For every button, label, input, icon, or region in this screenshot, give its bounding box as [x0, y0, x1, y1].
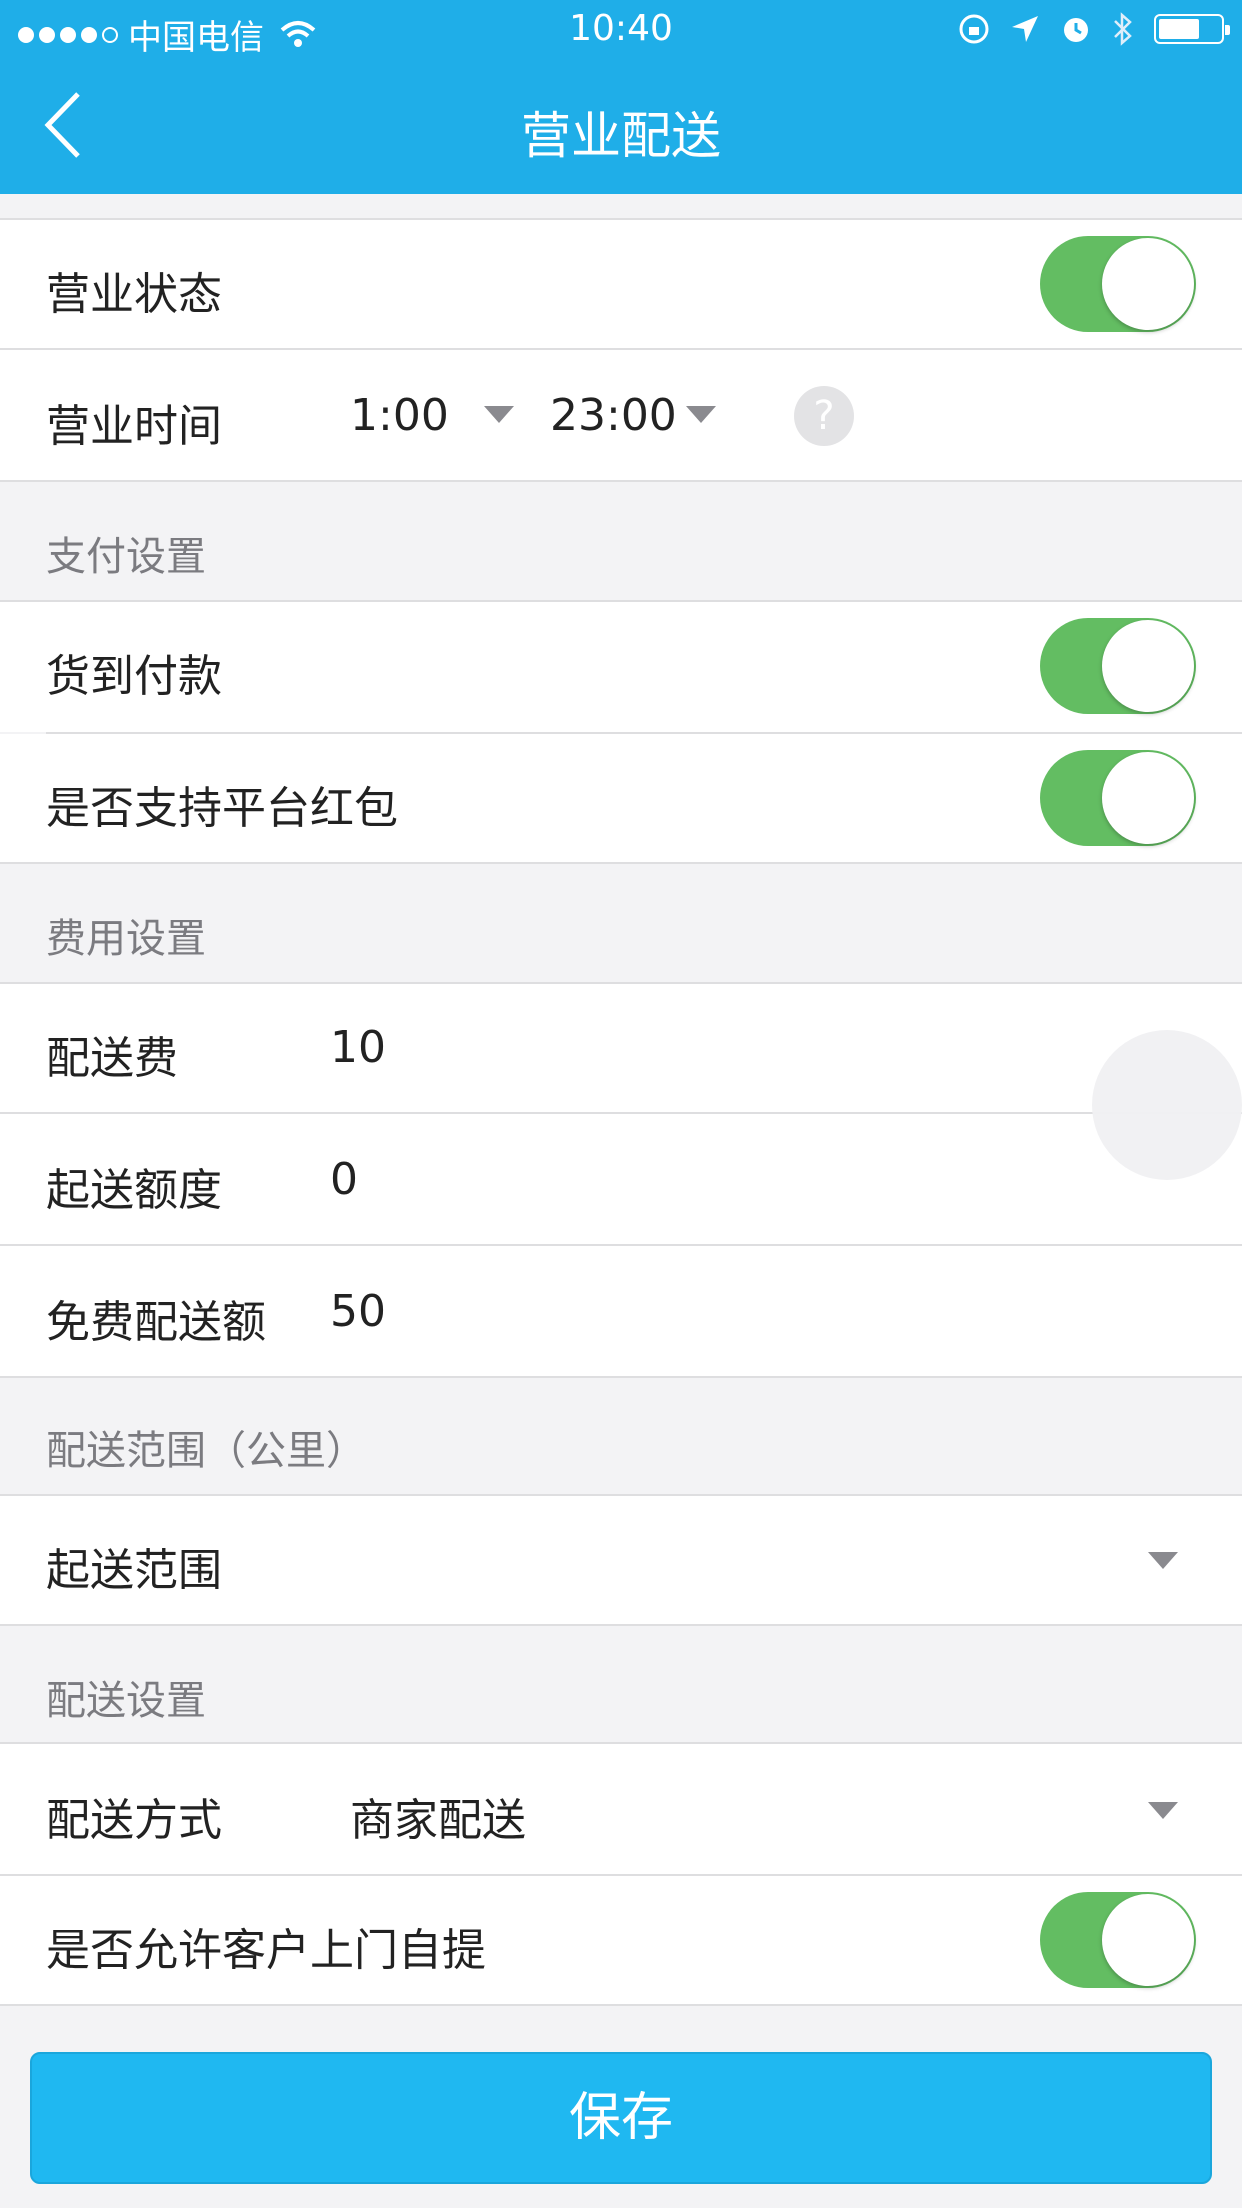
bluetooth-icon — [1114, 12, 1132, 46]
self-pickup-row: 是否允许客户上门自提 — [0, 1876, 1242, 2004]
delivery-method-label: 配送方式 — [46, 1795, 222, 1846]
divider — [0, 2004, 1242, 2006]
alarm-icon — [1064, 18, 1088, 42]
business-status-toggle[interactable] — [1040, 236, 1196, 332]
section-title: 配送设置 — [46, 1678, 206, 1724]
platform-redpacket-toggle[interactable] — [1040, 750, 1196, 846]
free-delivery-row: 免费配送额 50 — [0, 1246, 1242, 1376]
chevron-down-icon[interactable] — [484, 406, 514, 423]
floating-assistive-button[interactable] — [1092, 1030, 1242, 1180]
delivery-fee-input[interactable]: 10 — [330, 1022, 386, 1073]
rotation-lock-icon — [959, 14, 989, 44]
cod-toggle[interactable] — [1040, 618, 1196, 714]
start-range-label: 起送范围 — [46, 1545, 222, 1596]
chevron-down-icon[interactable] — [1148, 1552, 1178, 1569]
platform-redpacket-row: 是否支持平台红包 — [0, 734, 1242, 862]
save-button[interactable]: 保存 — [30, 2052, 1212, 2184]
business-status-label: 营业状态 — [46, 269, 222, 320]
range-section-header: 配送范围（公里） — [0, 1378, 1242, 1494]
delivery-section-header: 配送设置 — [0, 1626, 1242, 1742]
self-pickup-label: 是否允许客户上门自提 — [46, 1925, 486, 1976]
page-title: 营业配送 — [521, 107, 721, 165]
nav-header: 中国电信 10:40 营业配送 — [0, 0, 1242, 194]
delivery-fee-label: 配送费 — [46, 1033, 178, 1084]
location-icon — [1012, 16, 1038, 42]
chevron-down-icon[interactable] — [686, 406, 716, 423]
business-hours-label: 营业时间 — [46, 401, 222, 452]
section-title: 配送范围（公里） — [46, 1428, 366, 1474]
fee-section-header: 费用设置 — [0, 864, 1242, 982]
platform-redpacket-label: 是否支持平台红包 — [46, 783, 398, 834]
status-bar: 中国电信 10:40 — [0, 0, 1242, 60]
min-order-label: 起送额度 — [46, 1165, 222, 1216]
free-delivery-label: 免费配送额 — [46, 1297, 266, 1348]
chevron-down-icon[interactable] — [1148, 1802, 1178, 1819]
delivery-method-row[interactable]: 配送方式 商家配送 — [0, 1744, 1242, 1874]
self-pickup-toggle[interactable] — [1040, 1892, 1196, 1988]
delivery-method-value[interactable]: 商家配送 — [350, 1784, 526, 1848]
help-icon[interactable]: ? — [794, 386, 854, 446]
payment-section-header: 支付设置 — [0, 482, 1242, 600]
business-hours-row: 营业时间 1:00 23:00 ? — [0, 350, 1242, 480]
business-status-row: 营业状态 — [0, 220, 1242, 348]
start-range-row[interactable]: 起送范围 — [0, 1496, 1242, 1624]
section-title: 支付设置 — [46, 534, 206, 580]
cod-row: 货到付款 — [0, 602, 1242, 732]
free-delivery-input[interactable]: 50 — [330, 1286, 386, 1337]
delivery-fee-row: 配送费 10 — [0, 984, 1242, 1112]
close-time-select[interactable]: 23:00 — [550, 390, 677, 441]
cod-label: 货到付款 — [46, 651, 222, 702]
status-icons — [958, 12, 1230, 46]
min-order-input[interactable]: 0 — [330, 1154, 358, 1205]
battery-icon — [1154, 14, 1230, 44]
section-title: 费用设置 — [46, 916, 206, 962]
min-order-row: 起送额度 0 — [0, 1114, 1242, 1244]
open-time-select[interactable]: 1:00 — [350, 390, 449, 441]
